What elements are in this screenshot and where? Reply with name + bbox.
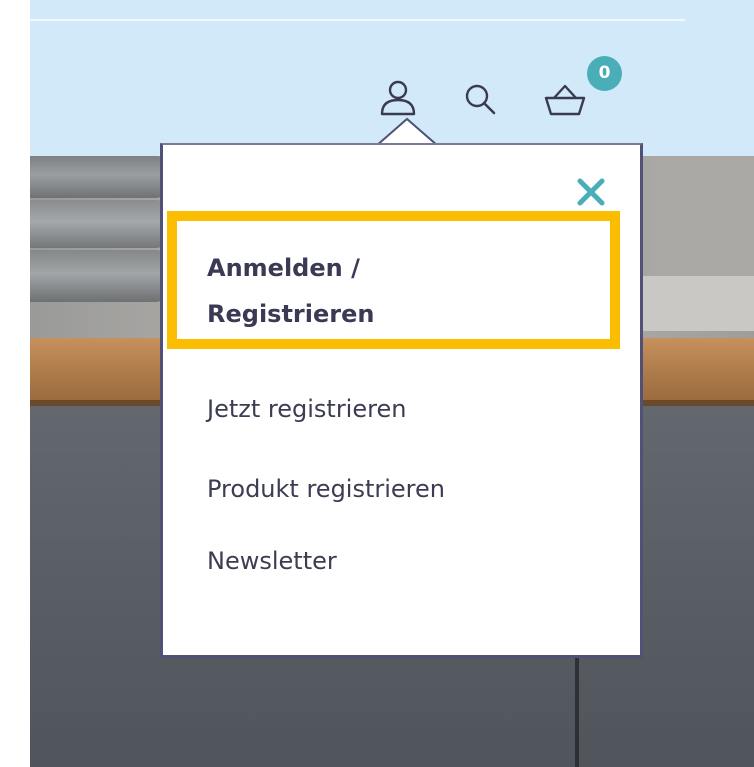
header-divider xyxy=(30,19,685,21)
left-margin xyxy=(0,0,30,767)
register-product-link[interactable]: Produkt registrieren xyxy=(207,475,445,503)
account-dropdown: Anmelden / Registrieren Jetzt registrier… xyxy=(160,143,643,658)
page: 0 Anmelden / Registrieren Jetzt registri… xyxy=(0,0,754,767)
basket-icon-svg xyxy=(544,84,586,116)
sink-wall xyxy=(650,156,754,276)
sink-basin xyxy=(630,276,754,331)
close-icon-svg xyxy=(577,178,605,206)
towel xyxy=(30,200,170,248)
close-icon[interactable] xyxy=(574,175,608,209)
register-now-link[interactable]: Jetzt registrieren xyxy=(207,395,406,423)
search-icon-svg xyxy=(465,84,496,115)
basket-icon[interactable] xyxy=(542,78,588,118)
user-icon-svg xyxy=(380,80,416,116)
login-register-link[interactable]: Anmelden / Registrieren xyxy=(207,245,527,337)
user-icon[interactable] xyxy=(378,78,418,120)
towel xyxy=(30,156,170,198)
search-icon[interactable] xyxy=(462,82,502,116)
cart-count-badge[interactable]: 0 xyxy=(587,56,622,91)
newsletter-link[interactable]: Newsletter xyxy=(207,547,337,575)
towel xyxy=(30,250,170,302)
